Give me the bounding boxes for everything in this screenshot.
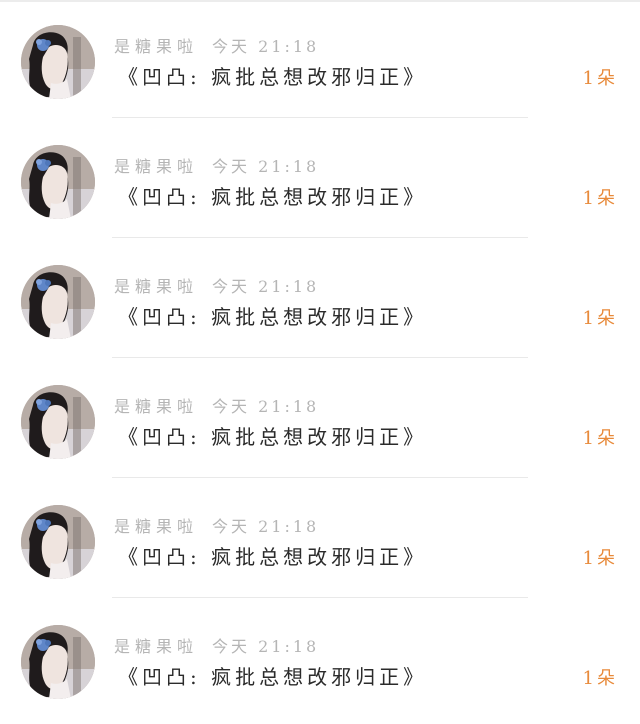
timestamp: 今天 21:18 — [212, 517, 320, 536]
timestamp: 今天 21:18 — [212, 277, 320, 296]
avatar[interactable] — [21, 625, 95, 699]
divider — [112, 477, 528, 478]
comment-item[interactable]: 是糖果啦 今天 21:18 《凹凸: 疯批总想改邪归正》 1朵 — [0, 360, 640, 478]
username: 是糖果啦 — [114, 517, 199, 536]
username: 是糖果啦 — [114, 397, 199, 416]
comment-text: 《凹凸: 疯批总想改邪归正》 — [118, 305, 428, 329]
flower-count[interactable]: 1朵 — [583, 64, 618, 92]
flower-count[interactable]: 1朵 — [583, 424, 618, 452]
meta-line: 是糖果啦 今天 21:18 — [114, 273, 320, 296]
meta-line: 是糖果啦 今天 21:18 — [114, 393, 320, 416]
comment-item[interactable]: 是糖果啦 今天 21:18 《凹凸: 疯批总想改邪归正》 1朵 — [0, 480, 640, 598]
comment-item[interactable]: 是糖果啦 今天 21:18 《凹凸: 疯批总想改邪归正》 1朵 — [0, 240, 640, 358]
username: 是糖果啦 — [114, 157, 199, 176]
comment-text: 《凹凸: 疯批总想改邪归正》 — [118, 665, 428, 689]
divider — [112, 597, 528, 598]
avatar[interactable] — [21, 145, 95, 219]
avatar-photo-icon — [21, 505, 95, 579]
comment-text: 《凹凸: 疯批总想改邪归正》 — [118, 545, 428, 569]
username: 是糖果啦 — [114, 277, 199, 296]
avatar-photo-icon — [21, 265, 95, 339]
avatar[interactable] — [21, 385, 95, 459]
divider — [112, 117, 528, 118]
comment-item[interactable]: 是糖果啦 今天 21:18 《凹凸: 疯批总想改邪归正》 1朵 — [0, 120, 640, 238]
comment-text: 《凹凸: 疯批总想改邪归正》 — [118, 185, 428, 209]
timestamp: 今天 21:18 — [212, 397, 320, 416]
timestamp: 今天 21:18 — [212, 37, 320, 56]
flower-count[interactable]: 1朵 — [583, 544, 618, 572]
comment-text: 《凹凸: 疯批总想改邪归正》 — [118, 425, 428, 449]
username: 是糖果啦 — [114, 637, 199, 656]
meta-line: 是糖果啦 今天 21:18 — [114, 33, 320, 56]
meta-line: 是糖果啦 今天 21:18 — [114, 153, 320, 176]
meta-line: 是糖果啦 今天 21:18 — [114, 513, 320, 536]
meta-line: 是糖果啦 今天 21:18 — [114, 633, 320, 656]
divider — [112, 357, 528, 358]
avatar[interactable] — [21, 25, 95, 99]
avatar-photo-icon — [21, 625, 95, 699]
flower-count[interactable]: 1朵 — [583, 184, 618, 212]
divider — [112, 237, 528, 238]
avatar[interactable] — [21, 505, 95, 579]
flower-count[interactable]: 1朵 — [583, 664, 618, 692]
timestamp: 今天 21:18 — [212, 637, 320, 656]
avatar-photo-icon — [21, 145, 95, 219]
avatar-photo-icon — [21, 25, 95, 99]
avatar-photo-icon — [21, 385, 95, 459]
flower-count[interactable]: 1朵 — [583, 304, 618, 332]
avatar[interactable] — [21, 265, 95, 339]
timestamp: 今天 21:18 — [212, 157, 320, 176]
username: 是糖果啦 — [114, 37, 199, 56]
comment-list: 是糖果啦 今天 21:18 《凹凸: 疯批总想改邪归正》 1朵 是糖果啦 今天 21… — [0, 0, 640, 724]
comment-item[interactable]: 是糖果啦 今天 21:18 《凹凸: 疯批总想改邪归正》 1朵 — [0, 0, 640, 118]
comment-item[interactable]: 是糖果啦 今天 21:18 《凹凸: 疯批总想改邪归正》 1朵 — [0, 600, 640, 718]
comment-text: 《凹凸: 疯批总想改邪归正》 — [118, 65, 428, 89]
